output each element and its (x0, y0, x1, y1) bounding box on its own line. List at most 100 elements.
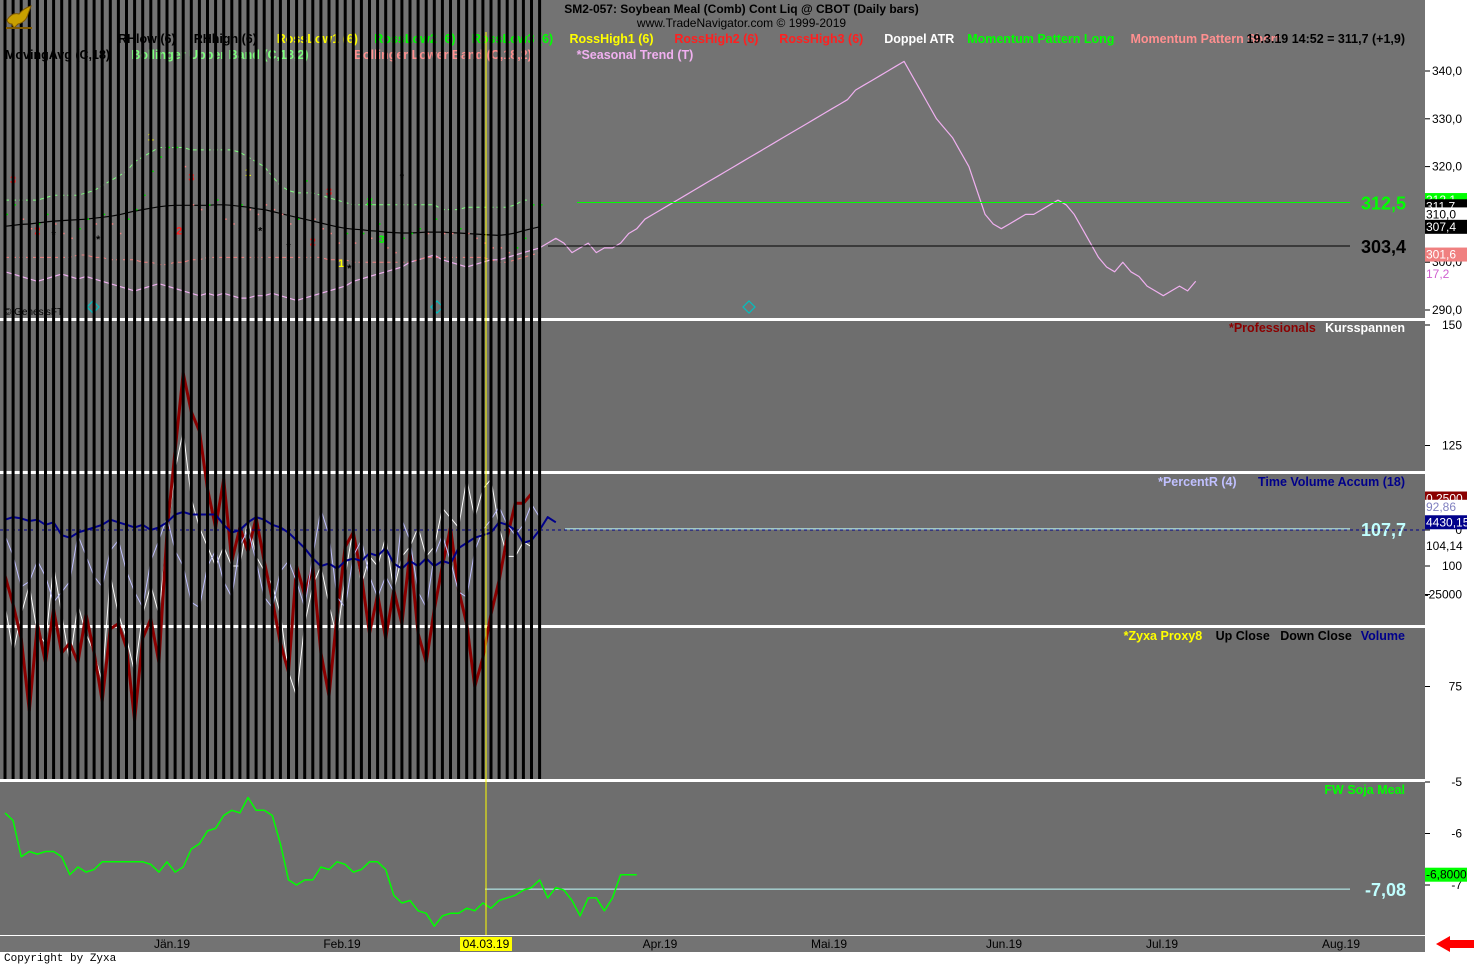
volume-bar (27, 0, 31, 779)
volume-bar (530, 0, 533, 779)
value-tag-label: 104,14 (1426, 539, 1463, 553)
chart-title: SM2-057: Soybean Meal (Comb) Cont Liq @ … (564, 2, 919, 16)
y-tick-label: -5 (1451, 775, 1462, 789)
volume-bar (19, 0, 23, 779)
date-marker-label: 04.03.19 (463, 937, 510, 951)
y-tick-label: 125 (1442, 439, 1462, 453)
level-label: -7,08 (1365, 880, 1406, 900)
volume-bar (278, 0, 282, 779)
legend-entry: FW Soja Meal (1324, 783, 1405, 797)
copyright-text: Copyright by Zyxa (4, 953, 117, 965)
y-tick-label: -6 (1451, 827, 1462, 841)
volume-bar (206, 0, 209, 779)
last-price-readout: 19.3.19 14:52 = 311,7 (+1,9) (1247, 32, 1405, 46)
x-tick-label: Apr.19 (643, 937, 678, 951)
volume-bar (376, 0, 380, 779)
value-tag-label: 307,4 (1426, 220, 1456, 234)
volume-bar (408, 0, 412, 779)
volume-bar (68, 0, 72, 779)
volume-bar (384, 0, 388, 779)
x-tick-label: Jun.19 (986, 937, 1022, 951)
volume-bar (230, 0, 234, 779)
volume-bar (392, 0, 396, 779)
volume-bar (351, 0, 355, 779)
volume-bar (100, 0, 104, 779)
volume-bar (521, 0, 525, 779)
volume-bar (319, 0, 323, 779)
x-tick-label: Feb.19 (323, 937, 361, 951)
volume-bar (303, 0, 307, 779)
value-tag-label: 4430,15 (1426, 515, 1470, 529)
level-label: 303,4 (1361, 237, 1406, 257)
volume-bar (11, 0, 15, 779)
value-tag-label: 92,86 (1426, 500, 1456, 514)
value-tag-label: -6,8000 (1426, 868, 1467, 882)
legend-entry: Down Close (1280, 629, 1352, 643)
panel-background-professionals (0, 321, 1425, 471)
volume-bar (449, 0, 452, 779)
legend-entry: *Zyxa Proxy8 (1124, 629, 1203, 643)
volume-bar (238, 0, 242, 779)
x-tick-label: Jän.19 (154, 937, 190, 951)
volume-bar (505, 0, 509, 779)
volume-bar (254, 0, 258, 779)
volume-bar (141, 0, 145, 779)
volume-bar (76, 0, 80, 779)
ross-hook-marker: * (347, 263, 352, 275)
y-tick-label: -25000 (1425, 588, 1463, 602)
volume-bar (262, 0, 266, 779)
legend-entry: Time Volume Accum (18) (1258, 475, 1405, 489)
chart-canvas: 340,0330,0320,0310,0300,0290,0312,5303,4… (0, 0, 1483, 952)
volume-bar (92, 0, 96, 779)
volume-bar (538, 0, 542, 779)
volume-bar (473, 0, 477, 779)
y-tick-label: 340,0 (1432, 64, 1462, 78)
volume-bar (60, 0, 64, 779)
volume-bar (116, 0, 120, 779)
ross-hook-marker: 3 (379, 234, 385, 246)
legend-entry: *PercentR (4) (1158, 475, 1237, 489)
volume-bar (35, 0, 39, 779)
panel-background-zyxa (0, 628, 1425, 779)
legend-entry: Up Close (1216, 629, 1270, 643)
ross-hook-marker: * (96, 234, 101, 246)
legend-entry: RossHigh1 (6) (570, 32, 654, 46)
value-tag-label: 17,2 (1426, 267, 1450, 281)
volume-bar (287, 0, 290, 779)
volume-bar (181, 0, 185, 779)
legend-entry: RossHigh3 (6) (779, 32, 863, 46)
volume-bar (133, 0, 137, 779)
y-tick-label: 320,0 (1432, 160, 1462, 174)
legend-entry: Doppel ATR (884, 32, 954, 46)
panel-background-price (0, 32, 1425, 318)
legend-entry: Kursspannen (1325, 321, 1405, 335)
y-tick-label: 100 (1442, 559, 1462, 573)
volume-bar (52, 0, 56, 779)
volume-bar (270, 0, 274, 779)
volume-bar (189, 0, 193, 779)
value-tag-label: 301,6 (1426, 248, 1456, 262)
volume-bar (513, 0, 517, 779)
volume-bar (125, 0, 128, 779)
volume-bar (222, 0, 226, 779)
volume-bar (165, 0, 169, 779)
ross-hook-marker: 1 (338, 258, 344, 270)
legend-entry: *Seasonal Trend (T) (577, 48, 694, 62)
volume-bar (368, 0, 371, 779)
volume-bar (416, 0, 420, 779)
volume-bar (173, 0, 177, 779)
volume-bar (400, 0, 404, 779)
x-tick-label: Jul.19 (1146, 937, 1178, 951)
legend-entry: RossHigh2 (6) (674, 32, 758, 46)
ross-hook-marker: 2 (176, 225, 182, 237)
legend-entry: *Professionals (1229, 321, 1316, 335)
volume-bar (246, 0, 250, 779)
y-tick-label: 330,0 (1432, 112, 1462, 126)
volume-bar (197, 0, 201, 779)
scroll-left-arrow-icon[interactable] (1436, 936, 1476, 952)
x-tick-label: Mai.19 (811, 937, 847, 951)
volume-bar (214, 0, 218, 779)
y-tick-label: 290,0 (1432, 303, 1462, 317)
volume-bar (335, 0, 339, 779)
ross-hook-marker: * (258, 225, 263, 237)
